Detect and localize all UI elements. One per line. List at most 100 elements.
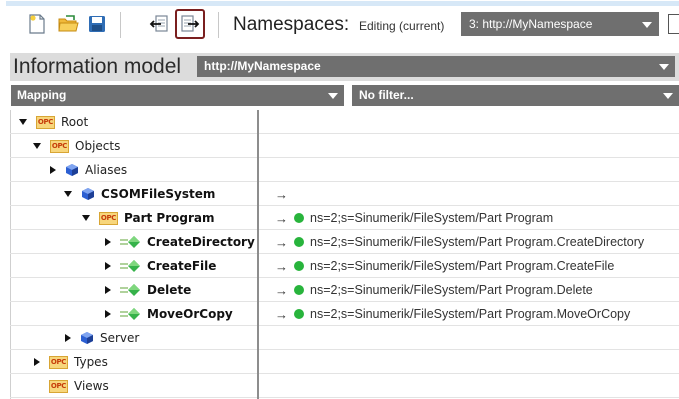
method-icon [120, 260, 140, 272]
mapping-cell: → ns=2;s=Sinumerik/FileSystem/Part Progr… [267, 254, 614, 278]
mapping-cell: → ns=2;s=Sinumerik/FileSystem/Part Progr… [267, 206, 553, 230]
tree-row-createfile[interactable]: CreateFile → ns=2;s=Sinumerik/FileSystem… [10, 254, 679, 278]
tree-label-createdirectory: CreateDirectory [147, 235, 255, 249]
method-icon [120, 236, 140, 248]
expand-toggle-icon[interactable] [64, 191, 72, 197]
tree-label-views: Views [74, 379, 109, 393]
column-divider[interactable] [257, 110, 259, 399]
expand-toggle-icon[interactable] [50, 166, 56, 174]
mapping-node-id: ns=2;s=Sinumerik/FileSystem/Part Program… [310, 235, 645, 249]
mapping-arrow-icon: → [275, 282, 288, 298]
mapping-node-id: ns=2;s=Sinumerik/FileSystem/Part Program… [310, 307, 631, 321]
chevron-down-icon [328, 93, 338, 99]
tree-label-moveorcopy: MoveOrCopy [147, 307, 233, 321]
expand-toggle-icon[interactable] [33, 143, 41, 149]
status-ok-icon [294, 261, 304, 271]
save-button[interactable] [84, 11, 110, 37]
information-model-select-value: http://MyNamespace [204, 59, 321, 73]
mapping-cell: → ns=2;s=Sinumerik/FileSystem/Part Progr… [267, 278, 593, 302]
export-button[interactable] [175, 9, 205, 39]
toolbar: Namespaces: Editing (current) 3: http://… [0, 0, 679, 54]
toolbar-accent-strip [6, 1, 679, 6]
mapping-arrow-icon: → [275, 186, 288, 202]
tree-row-delete[interactable]: Delete → ns=2;s=Sinumerik/FileSystem/Par… [10, 278, 679, 302]
namespace-list-button[interactable] [668, 14, 679, 34]
tree-label-delete: Delete [147, 283, 192, 297]
mapping-select-value: Mapping [17, 88, 67, 102]
filter-select[interactable]: No filter... [352, 85, 679, 106]
status-ok-icon [294, 309, 304, 319]
tree-row-part-program[interactable]: OPC Part Program → ns=2;s=Sinumerik/File… [10, 206, 679, 230]
chevron-down-icon [663, 93, 673, 99]
opc-folder-icon: OPC [49, 379, 68, 393]
opc-folder-icon: OPC [99, 211, 118, 225]
information-model-header: Information model http://MyNamespace [10, 53, 679, 81]
object-cube-icon [66, 164, 78, 176]
expand-toggle-icon[interactable] [82, 215, 90, 221]
expand-toggle-icon[interactable] [105, 310, 111, 318]
chevron-down-icon [659, 64, 669, 70]
namespace-select[interactable]: 3: http://MyNamespace [461, 12, 659, 36]
tree-row-createdirectory[interactable]: CreateDirectory → ns=2;s=Sinumerik/FileS… [10, 230, 679, 254]
expand-toggle-icon[interactable] [105, 238, 111, 246]
method-icon [120, 284, 140, 296]
opc-folder-icon: OPC [49, 355, 68, 369]
chevron-down-icon [642, 22, 652, 28]
open-folder-icon [58, 15, 79, 32]
tree-row-aliases[interactable]: Aliases [10, 158, 679, 182]
editing-label: Editing (current) [359, 19, 445, 33]
tree-label-createfile: CreateFile [147, 259, 217, 273]
mapping-cell: → ns=2;s=Sinumerik/FileSystem/Part Progr… [267, 302, 630, 326]
object-cube-icon [82, 188, 94, 200]
toolbar-separator [120, 12, 121, 38]
namespaces-label: Namespaces: [233, 14, 350, 35]
opc-folder-icon: OPC [50, 139, 69, 153]
tree-label-part-program: Part Program [124, 211, 215, 225]
mapping-select[interactable]: Mapping [11, 85, 344, 106]
expand-toggle-icon[interactable] [105, 286, 111, 294]
tree-row-server[interactable]: Server [10, 326, 679, 350]
expand-toggle-icon[interactable] [65, 334, 71, 342]
mapping-arrow-icon: → [275, 306, 288, 322]
mapping-arrow-icon: → [275, 234, 288, 250]
expand-toggle-icon[interactable] [19, 119, 27, 125]
tree-label-server: Server [100, 331, 140, 345]
status-ok-icon [294, 285, 304, 295]
mapping-filter-bar: Mapping No filter... [10, 82, 679, 108]
tree-label-root: Root [61, 115, 89, 129]
information-model-title: Information model [13, 55, 182, 78]
tree-row-root[interactable]: OPC Root [10, 110, 679, 134]
tree-row-objects[interactable]: OPC Objects [10, 134, 679, 158]
namespace-select-value: 3: http://MyNamespace [469, 17, 593, 31]
expand-toggle-icon[interactable] [105, 262, 111, 270]
mapping-node-id: ns=2;s=Sinumerik/FileSystem/Part Program… [310, 259, 615, 273]
open-file-button[interactable] [55, 11, 81, 37]
tree-label-csomfilesystem: CSOMFileSystem [101, 187, 216, 201]
toolbar-separator [218, 12, 219, 38]
tree-label-objects: Objects [75, 139, 121, 153]
tree-label-types: Types [74, 355, 108, 369]
tree-row-types[interactable]: OPC Types [10, 350, 679, 374]
filter-select-value: No filter... [359, 88, 414, 102]
new-file-button[interactable] [24, 11, 50, 37]
tree-row-csomfilesystem[interactable]: CSOMFileSystem → [10, 182, 679, 206]
import-button[interactable] [146, 11, 172, 37]
status-ok-icon [294, 213, 304, 223]
import-icon [149, 15, 168, 32]
status-ok-icon [294, 237, 304, 247]
new-file-icon [29, 14, 45, 34]
tree-label-aliases: Aliases [85, 163, 128, 177]
save-icon [89, 16, 105, 32]
export-icon [181, 15, 200, 32]
mapping-cell: → ns=2;s=Sinumerik/FileSystem/Part Progr… [267, 230, 644, 254]
tree-row-moveorcopy[interactable]: MoveOrCopy → ns=2;s=Sinumerik/FileSystem… [10, 302, 679, 326]
opc-folder-icon: OPC [36, 115, 55, 129]
expand-toggle-icon[interactable] [34, 358, 40, 366]
information-model-select[interactable]: http://MyNamespace [197, 56, 675, 77]
method-icon [120, 308, 140, 320]
object-cube-icon [81, 332, 93, 344]
mapping-node-id: ns=2;s=Sinumerik/FileSystem/Part Program [310, 211, 554, 225]
mapping-cell: → [267, 182, 294, 206]
tree-row-views[interactable]: OPC Views [10, 374, 679, 398]
mapping-arrow-icon: → [275, 210, 288, 226]
